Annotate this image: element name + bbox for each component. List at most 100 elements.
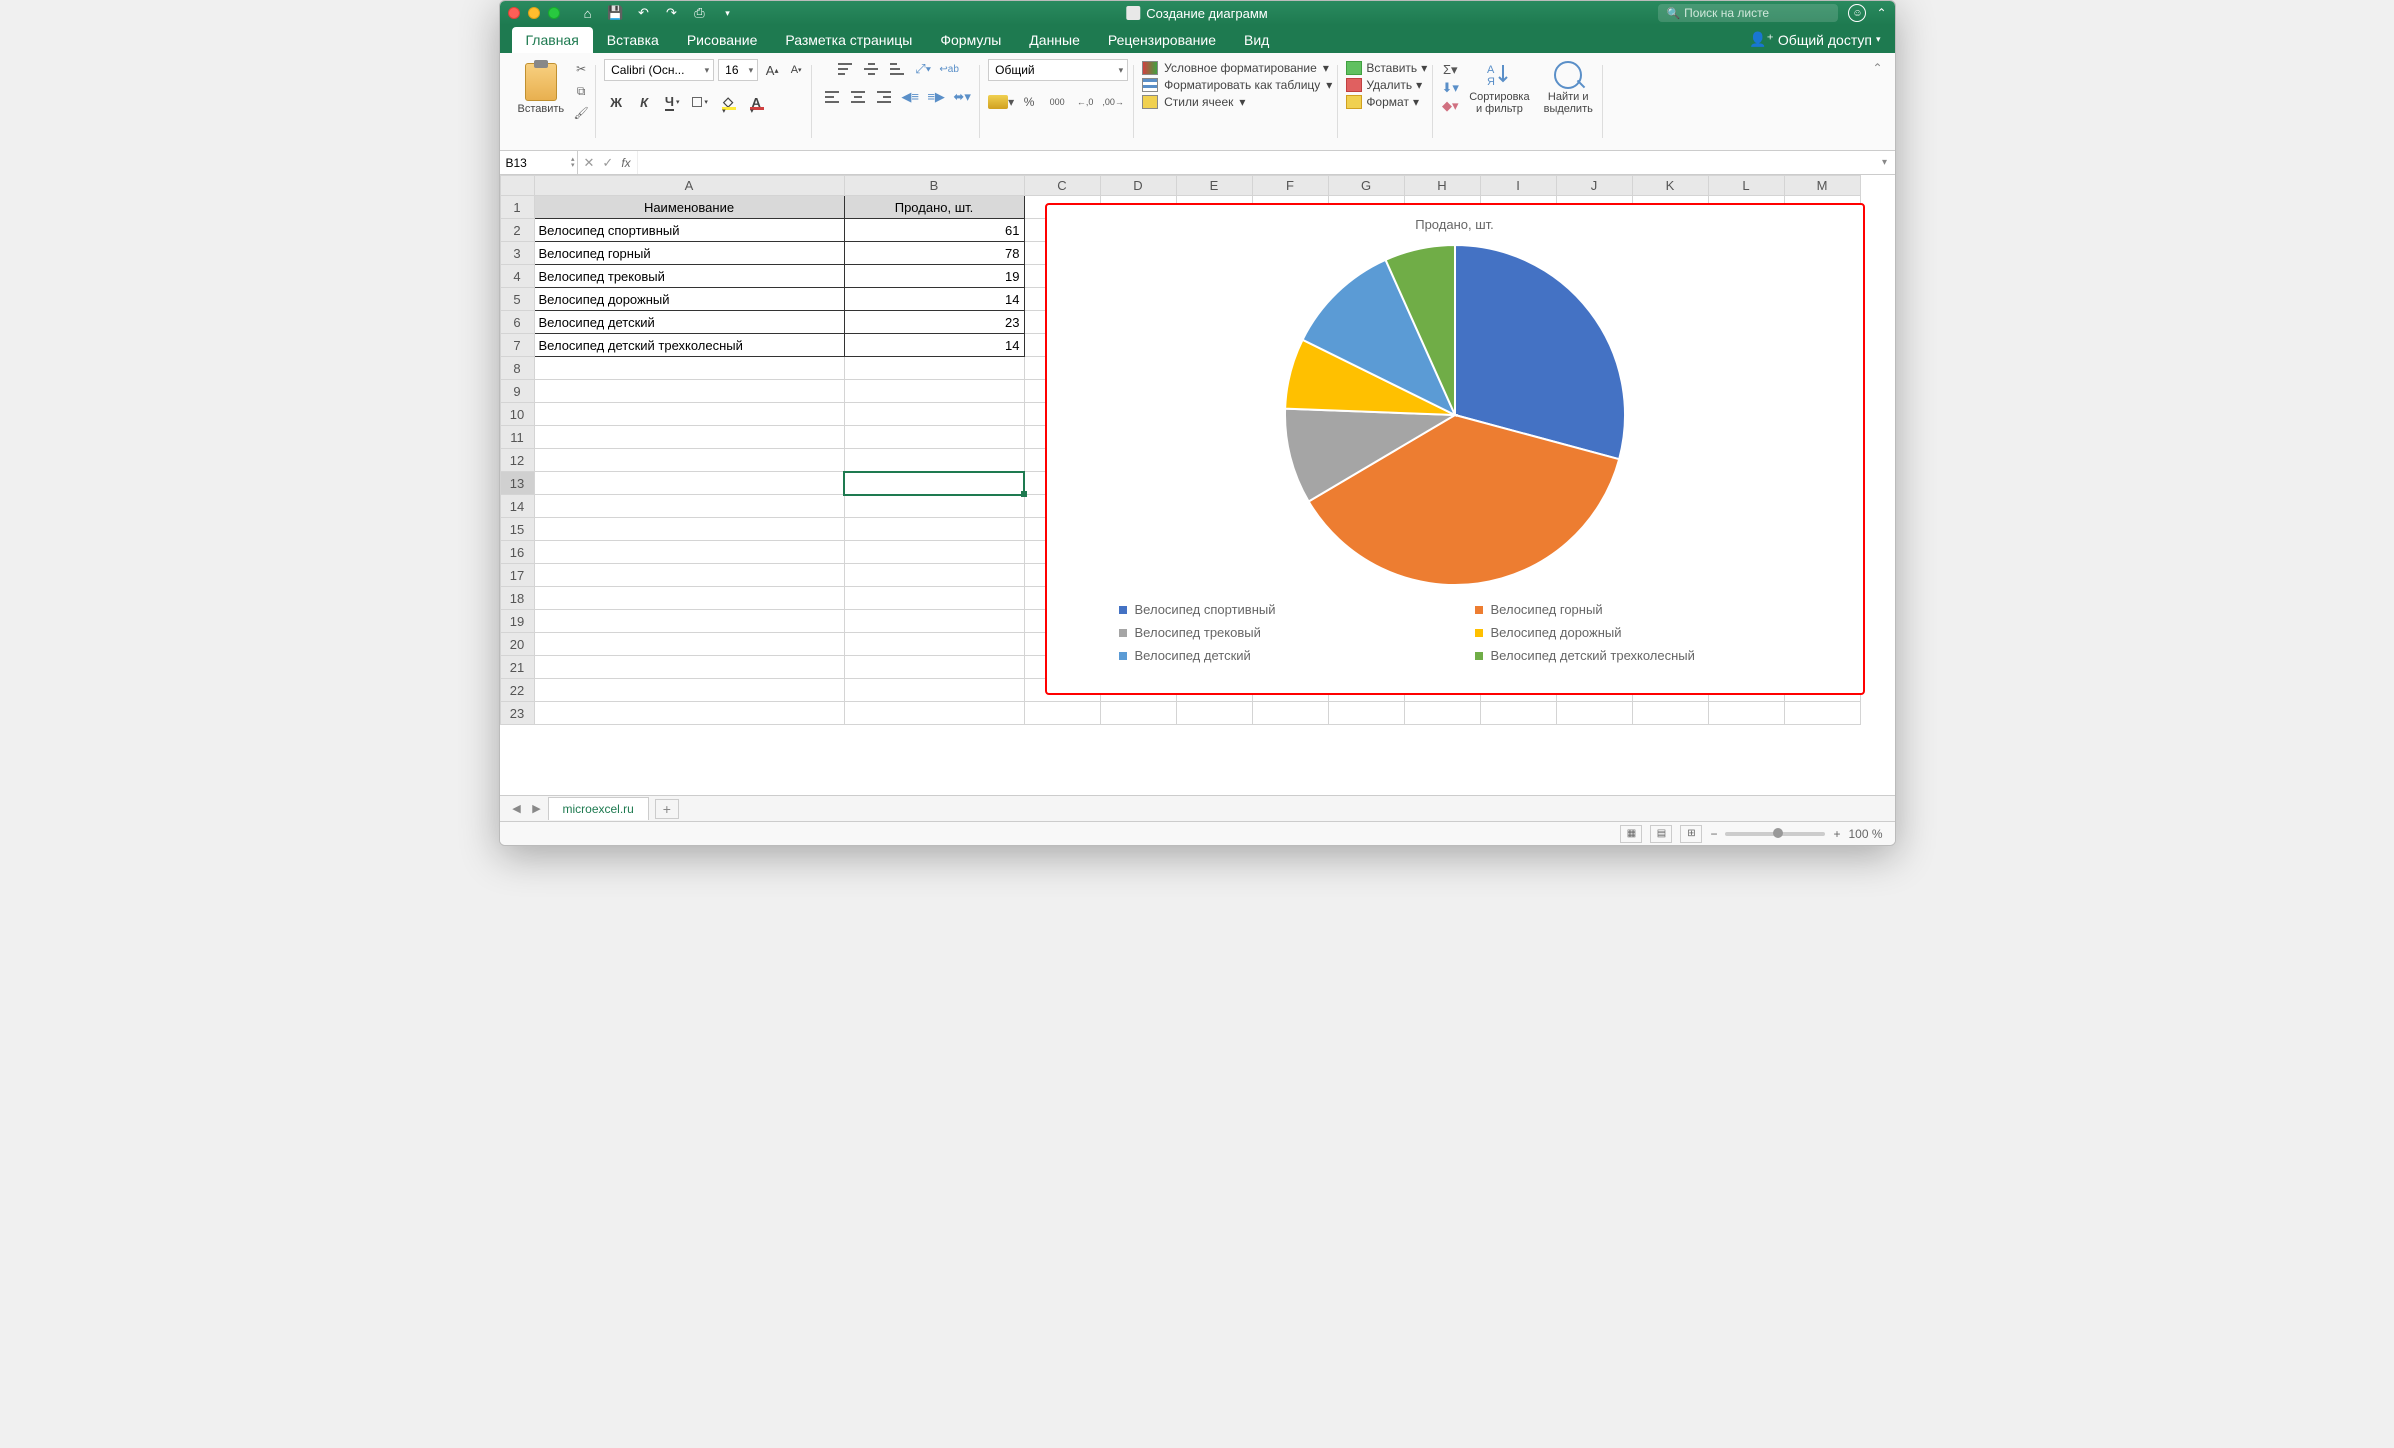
cell[interactable] [844,357,1024,380]
row-header[interactable]: 12 [500,449,534,472]
cell[interactable]: Наименование [534,196,844,219]
increase-font-button[interactable]: A▴ [762,59,782,81]
view-normal-button[interactable]: ▦ [1620,825,1642,843]
row-header[interactable]: 18 [500,587,534,610]
insert-cells-button[interactable]: Вставить ▾ [1346,61,1427,75]
row-header[interactable]: 15 [500,518,534,541]
cell[interactable] [844,656,1024,679]
cell[interactable] [1252,702,1328,725]
user-account-icon[interactable]: ☺ [1848,4,1866,22]
column-header[interactable]: B [844,176,1024,196]
row-header[interactable]: 2 [500,219,534,242]
cell[interactable] [534,495,844,518]
cell-styles-button[interactable]: Стили ячеек ▾ [1142,95,1245,109]
view-page-layout-button[interactable]: ▤ [1650,825,1672,843]
align-top-button[interactable] [833,59,857,79]
cell[interactable]: Велосипед горный [534,242,844,265]
cell[interactable]: 14 [844,334,1024,357]
cell[interactable]: Велосипед детский [534,311,844,334]
tab-insert[interactable]: Вставка [593,27,673,53]
cell[interactable] [534,518,844,541]
cell[interactable]: Велосипед спортивный [534,219,844,242]
font-color-button[interactable]: A [744,91,768,113]
row-header[interactable]: 10 [500,403,534,426]
column-header[interactable]: E [1176,176,1252,196]
increase-indent-button[interactable]: ≡▶ [924,87,948,107]
cell[interactable] [844,702,1024,725]
cell[interactable]: Велосипед детский трехколесный [534,334,844,357]
orientation-button[interactable]: ⤢▾ [911,59,935,79]
row-header[interactable]: 21 [500,656,534,679]
cell[interactable] [534,587,844,610]
cell[interactable] [534,426,844,449]
save-icon[interactable]: 💾 [608,5,624,21]
bold-button[interactable]: Ж [604,91,628,113]
row-header[interactable]: 1 [500,196,534,219]
row-header[interactable]: 14 [500,495,534,518]
cell[interactable]: 23 [844,311,1024,334]
delete-cells-button[interactable]: Удалить ▾ [1346,78,1422,92]
cell[interactable] [844,449,1024,472]
column-header[interactable]: H [1404,176,1480,196]
cell[interactable] [534,564,844,587]
formula-bar-expand-icon[interactable]: ▾ [1875,151,1895,174]
row-header[interactable]: 7 [500,334,534,357]
cell[interactable] [534,679,844,702]
row-header[interactable]: 19 [500,610,534,633]
comma-format-button[interactable]: 000 [1044,91,1070,113]
row-header[interactable]: 22 [500,679,534,702]
format-painter-icon[interactable]: 🖌 [572,105,590,121]
cell[interactable] [534,541,844,564]
decrease-font-button[interactable]: A▾ [786,59,806,81]
cell[interactable] [534,357,844,380]
zoom-out-button[interactable]: − [1710,827,1717,841]
cell[interactable]: Продано, шт. [844,196,1024,219]
tab-view[interactable]: Вид [1230,27,1283,53]
cell[interactable] [534,449,844,472]
align-center-button[interactable] [846,87,870,107]
column-header[interactable]: F [1252,176,1328,196]
ribbon-collapse-icon[interactable]: ⌃ [1868,57,1886,146]
cell[interactable] [534,472,844,495]
sort-filter-button[interactable]: AЯ Сортировка и фильтр [1465,59,1533,117]
tab-page-layout[interactable]: Разметка страницы [771,27,926,53]
share-button[interactable]: 👤⁺ Общий доступ ▾ [1735,26,1894,53]
row-header[interactable]: 8 [500,357,534,380]
decrease-indent-button[interactable]: ◀≡ [898,87,922,107]
cell[interactable]: Велосипед дорожный [534,288,844,311]
row-header[interactable]: 4 [500,265,534,288]
pie-chart[interactable]: Продано, шт. Велосипед спортивныйВелосип… [1045,203,1865,695]
row-header[interactable]: 13 [500,472,534,495]
tab-formulas[interactable]: Формулы [926,27,1015,53]
print-icon[interactable]: ⎙ [692,5,708,21]
titlebar-menu-icon[interactable]: ⌃ [1876,6,1886,20]
tab-draw[interactable]: Рисование [673,27,772,53]
format-cells-button[interactable]: Формат ▾ [1346,95,1419,109]
tab-home[interactable]: Главная [512,27,593,53]
sheet-tab-active[interactable]: microexcel.ru [548,797,649,820]
column-header[interactable]: I [1480,176,1556,196]
borders-button[interactable] [688,91,712,113]
cut-icon[interactable]: ✂ [572,61,590,77]
column-header[interactable]: J [1556,176,1632,196]
window-close-button[interactable] [508,7,520,19]
cell[interactable] [534,380,844,403]
align-left-button[interactable] [820,87,844,107]
view-page-break-button[interactable]: ⊞ [1680,825,1702,843]
font-family-select[interactable]: Calibri (Осн... [604,59,714,81]
row-header[interactable]: 23 [500,702,534,725]
font-size-select[interactable]: 16 [718,59,758,81]
cell[interactable] [844,380,1024,403]
accounting-format-button[interactable]: ▾ [988,91,1014,113]
redo-icon[interactable]: ↷ [664,5,680,21]
autosum-icon[interactable]: Σ▾ [1441,63,1459,77]
column-header[interactable]: A [534,176,844,196]
sheet-search-input[interactable]: 🔍 Поиск на листе [1658,4,1838,22]
clear-icon[interactable]: ◆▾ [1441,99,1459,113]
cell[interactable] [844,633,1024,656]
increase-decimal-button[interactable]: ←,0 [1072,91,1098,113]
undo-icon[interactable]: ↶ [636,5,652,21]
cell[interactable] [844,564,1024,587]
formula-input[interactable] [638,151,1875,174]
cell[interactable] [844,426,1024,449]
